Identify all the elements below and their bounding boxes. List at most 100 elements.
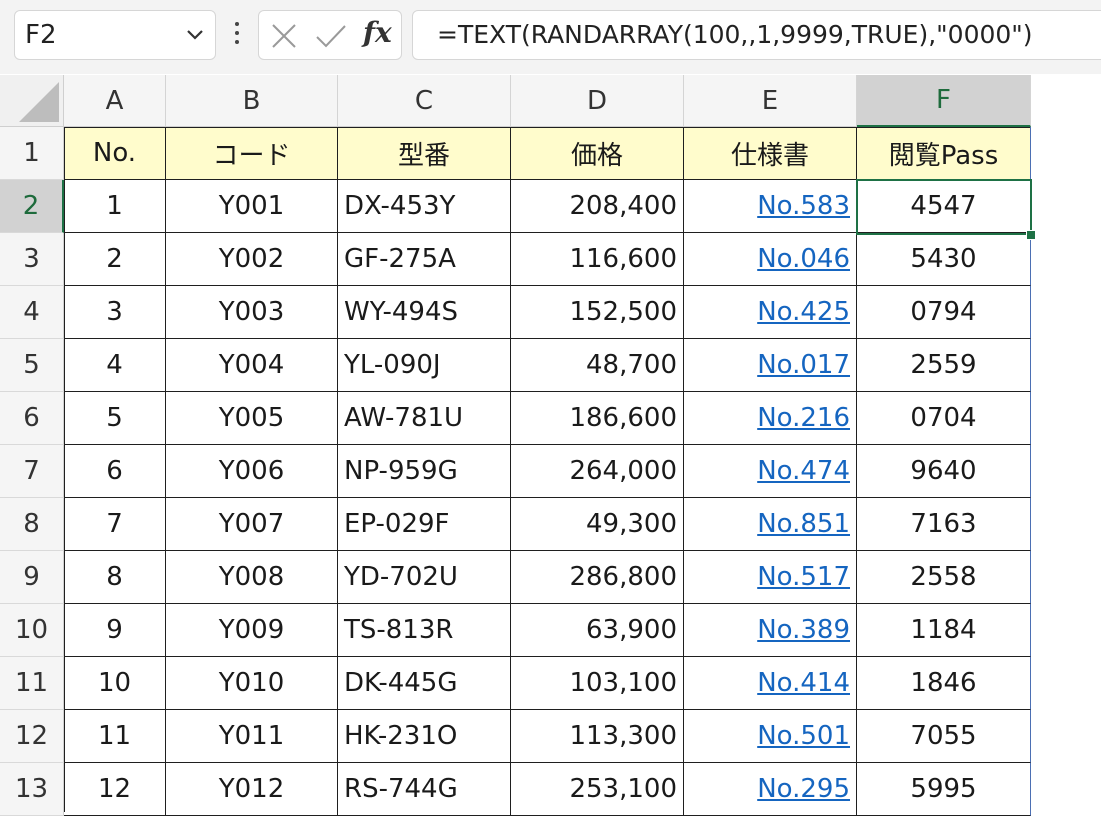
- table-cell-code[interactable]: Y004: [166, 339, 338, 392]
- table-cell-pass[interactable]: 5430: [857, 233, 1031, 286]
- table-cell-price[interactable]: 152,500: [511, 286, 684, 339]
- table-cell-model[interactable]: TS-813R: [338, 604, 511, 657]
- table-cell-pass[interactable]: 2558: [857, 551, 1031, 604]
- column-header-f[interactable]: F: [857, 75, 1031, 127]
- table-cell-price[interactable]: 103,100: [511, 657, 684, 710]
- spec-hyperlink-cell[interactable]: No.583: [684, 180, 857, 233]
- row-header[interactable]: 6: [0, 392, 64, 445]
- table-cell-price[interactable]: 186,600: [511, 392, 684, 445]
- row-header[interactable]: 12: [0, 710, 64, 763]
- table-cell-code[interactable]: Y012: [166, 763, 338, 816]
- table-cell-pass[interactable]: 7055: [857, 710, 1031, 763]
- table-cell-no[interactable]: 7: [64, 498, 166, 551]
- table-cell-no[interactable]: 8: [64, 551, 166, 604]
- header-cell-f[interactable]: 閲覧Pass: [857, 127, 1031, 180]
- table-cell-no[interactable]: 6: [64, 445, 166, 498]
- row-header[interactable]: 8: [0, 498, 64, 551]
- spec-hyperlink-cell[interactable]: No.046: [684, 233, 857, 286]
- row-header[interactable]: 13: [0, 763, 64, 816]
- column-header-b[interactable]: B: [166, 75, 338, 127]
- spec-hyperlink-cell[interactable]: No.425: [684, 286, 857, 339]
- row-header[interactable]: 2: [0, 180, 64, 233]
- table-cell-price[interactable]: 49,300: [511, 498, 684, 551]
- table-cell-code[interactable]: Y008: [166, 551, 338, 604]
- table-cell-no[interactable]: 5: [64, 392, 166, 445]
- row-header[interactable]: 7: [0, 445, 64, 498]
- table-cell-price[interactable]: 116,600: [511, 233, 684, 286]
- table-cell-no[interactable]: 9: [64, 604, 166, 657]
- table-cell-pass[interactable]: 1846: [857, 657, 1031, 710]
- table-cell-model[interactable]: RS-744G: [338, 763, 511, 816]
- spec-hyperlink-cell[interactable]: No.474: [684, 445, 857, 498]
- insert-function-button[interactable]: fx: [363, 16, 392, 49]
- table-cell-code[interactable]: Y010: [166, 657, 338, 710]
- check-icon[interactable]: [315, 24, 347, 52]
- table-cell-pass[interactable]: 7163: [857, 498, 1031, 551]
- table-cell-model[interactable]: YL-090J: [338, 339, 511, 392]
- table-cell-model[interactable]: AW-781U: [338, 392, 511, 445]
- spec-hyperlink-cell[interactable]: No.216: [684, 392, 857, 445]
- spec-hyperlink-cell[interactable]: No.517: [684, 551, 857, 604]
- table-cell-pass[interactable]: 9640: [857, 445, 1031, 498]
- row-header[interactable]: 4: [0, 286, 64, 339]
- table-cell-price[interactable]: 48,700: [511, 339, 684, 392]
- table-cell-price[interactable]: 264,000: [511, 445, 684, 498]
- header-cell-e[interactable]: 仕様書: [684, 127, 857, 180]
- table-cell-model[interactable]: WY-494S: [338, 286, 511, 339]
- table-cell-pass[interactable]: 1184: [857, 604, 1031, 657]
- close-icon[interactable]: [271, 23, 297, 53]
- table-cell-no[interactable]: 10: [64, 657, 166, 710]
- table-cell-code[interactable]: Y011: [166, 710, 338, 763]
- table-cell-model[interactable]: DK-445G: [338, 657, 511, 710]
- header-cell-a[interactable]: No.: [64, 127, 166, 180]
- formula-input[interactable]: =TEXT(RANDARRAY(100,,1,9999,TRUE),"0000"…: [412, 10, 1101, 60]
- header-cell-b[interactable]: コード: [166, 127, 338, 180]
- table-cell-model[interactable]: NP-959G: [338, 445, 511, 498]
- header-cell-c[interactable]: 型番: [338, 127, 511, 180]
- table-cell-model[interactable]: HK-231O: [338, 710, 511, 763]
- column-header-c[interactable]: C: [338, 75, 511, 127]
- spec-hyperlink-cell[interactable]: No.501: [684, 710, 857, 763]
- table-cell-model[interactable]: YD-702U: [338, 551, 511, 604]
- table-cell-no[interactable]: 1: [64, 180, 166, 233]
- chevron-down-icon[interactable]: [185, 27, 205, 46]
- table-cell-code[interactable]: Y003: [166, 286, 338, 339]
- header-cell-d[interactable]: 価格: [511, 127, 684, 180]
- table-cell-no[interactable]: 11: [64, 710, 166, 763]
- spec-hyperlink-cell[interactable]: No.851: [684, 498, 857, 551]
- table-cell-no[interactable]: 2: [64, 233, 166, 286]
- kebab-icon[interactable]: [232, 20, 242, 52]
- table-cell-code[interactable]: Y005: [166, 392, 338, 445]
- select-all-button[interactable]: [0, 75, 64, 127]
- table-cell-no[interactable]: 12: [64, 763, 166, 816]
- row-header[interactable]: 10: [0, 604, 64, 657]
- table-cell-pass[interactable]: 0704: [857, 392, 1031, 445]
- table-cell-code[interactable]: Y006: [166, 445, 338, 498]
- table-cell-no[interactable]: 3: [64, 286, 166, 339]
- table-cell-code[interactable]: Y002: [166, 233, 338, 286]
- spec-hyperlink-cell[interactable]: No.295: [684, 763, 857, 816]
- table-cell-model[interactable]: GF-275A: [338, 233, 511, 286]
- table-cell-model[interactable]: EP-029F: [338, 498, 511, 551]
- table-cell-price[interactable]: 286,800: [511, 551, 684, 604]
- table-cell-model[interactable]: DX-453Y: [338, 180, 511, 233]
- table-cell-pass[interactable]: 0794: [857, 286, 1031, 339]
- table-cell-price[interactable]: 113,300: [511, 710, 684, 763]
- row-header[interactable]: 5: [0, 339, 64, 392]
- table-cell-code[interactable]: Y009: [166, 604, 338, 657]
- row-header-1[interactable]: 1: [0, 127, 64, 180]
- table-cell-no[interactable]: 4: [64, 339, 166, 392]
- column-header-e[interactable]: E: [684, 75, 857, 127]
- spec-hyperlink-cell[interactable]: No.389: [684, 604, 857, 657]
- row-header[interactable]: 9: [0, 551, 64, 604]
- table-cell-pass[interactable]: 5995: [857, 763, 1031, 816]
- fill-handle[interactable]: [1026, 230, 1036, 240]
- row-header[interactable]: 11: [0, 657, 64, 710]
- row-header[interactable]: 3: [0, 233, 64, 286]
- table-cell-price[interactable]: 208,400: [511, 180, 684, 233]
- name-box[interactable]: F2: [14, 10, 216, 60]
- column-header-a[interactable]: A: [64, 75, 166, 127]
- table-cell-pass[interactable]: 4547: [857, 180, 1031, 233]
- spec-hyperlink-cell[interactable]: No.414: [684, 657, 857, 710]
- table-cell-price[interactable]: 253,100: [511, 763, 684, 816]
